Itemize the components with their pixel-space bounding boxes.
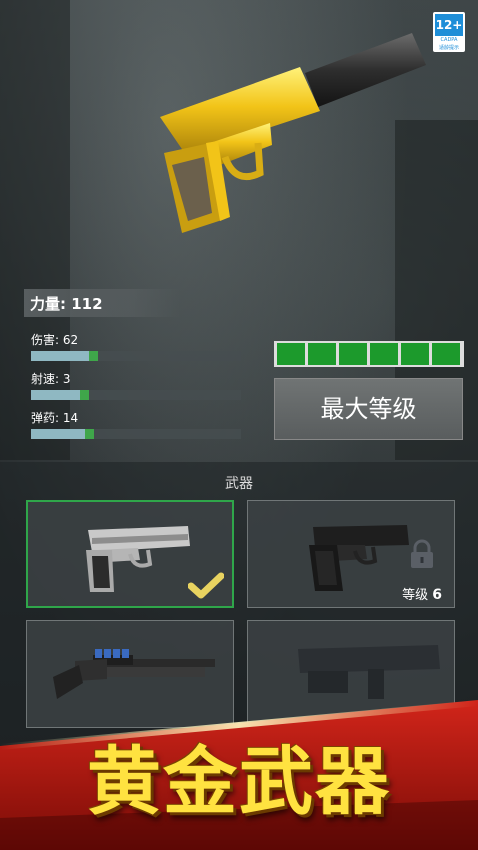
stat-ammo: 弹药: 14 — [31, 409, 241, 439]
level-progress-bar — [274, 341, 464, 367]
black-pistol-icon — [309, 525, 409, 591]
weapon-card-silver-pistol[interactable] — [26, 500, 234, 608]
stat-ammo-label: 弹药: 14 — [31, 411, 79, 425]
stat-ammo-bar — [31, 429, 241, 439]
level-segment — [401, 343, 429, 365]
stat-damage-bar — [31, 351, 241, 361]
stat-fire-rate-bar — [31, 390, 241, 400]
stat-fire-rate: 射速: 3 — [31, 370, 241, 400]
stat-fire-rate-label: 射速: 3 — [31, 372, 71, 386]
stat-damage: 伤害: 62 — [31, 331, 241, 361]
smg-icon — [298, 645, 440, 699]
unlock-level-label: 等级 6 — [402, 584, 442, 603]
check-icon — [188, 572, 224, 599]
level-segment — [370, 343, 398, 365]
banner-title: 黄金武器 — [87, 739, 391, 825]
weapon-card-black-pistol[interactable]: 等级 6 — [247, 500, 455, 608]
level-segment — [277, 343, 305, 365]
shotgun-icon — [53, 649, 215, 699]
lock-icon — [411, 539, 433, 568]
level-segment — [339, 343, 367, 365]
level-segment — [432, 343, 460, 365]
weapons-section-title: 武器 — [225, 476, 253, 492]
level-segment — [308, 343, 336, 365]
max-level-button[interactable]: 最大等级 — [274, 378, 463, 440]
silver-pistol-icon — [86, 526, 190, 592]
stat-damage-label: 伤害: 62 — [31, 333, 79, 347]
power-panel: 力量: 112 — [24, 289, 180, 317]
unlock-level-number: 6 — [432, 587, 442, 603]
unlock-level-text: 等级 — [402, 588, 429, 603]
power-label: 力量: 112 — [30, 295, 103, 313]
golden-pistol-image — [160, 33, 426, 233]
